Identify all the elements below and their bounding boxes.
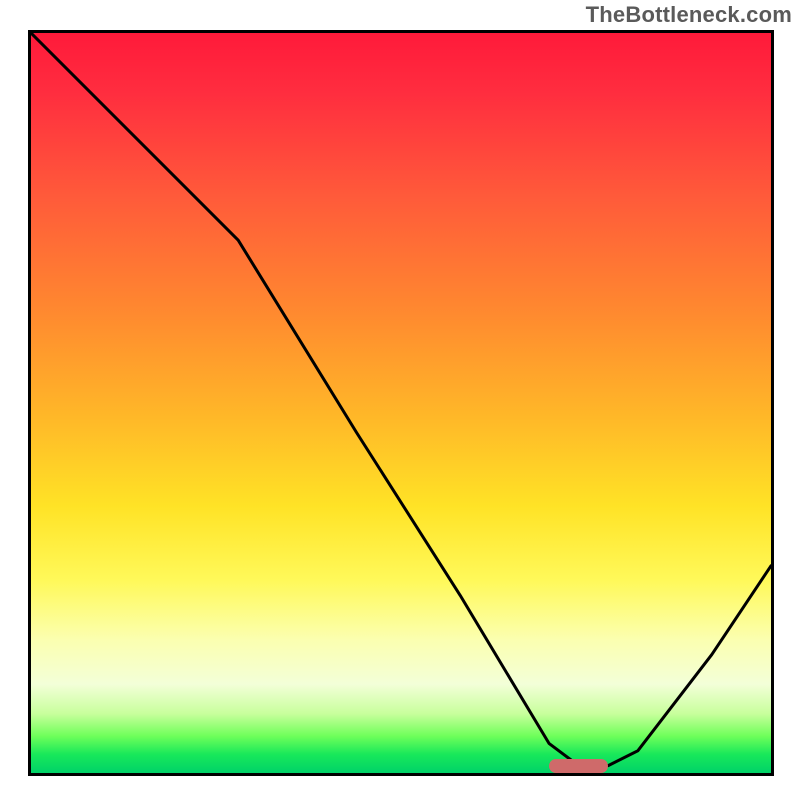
chart-canvas: TheBottleneck.com xyxy=(0,0,800,800)
optimum-marker xyxy=(549,759,608,773)
watermark-text: TheBottleneck.com xyxy=(586,2,792,28)
data-curve xyxy=(31,33,771,773)
plot-area xyxy=(28,30,774,776)
